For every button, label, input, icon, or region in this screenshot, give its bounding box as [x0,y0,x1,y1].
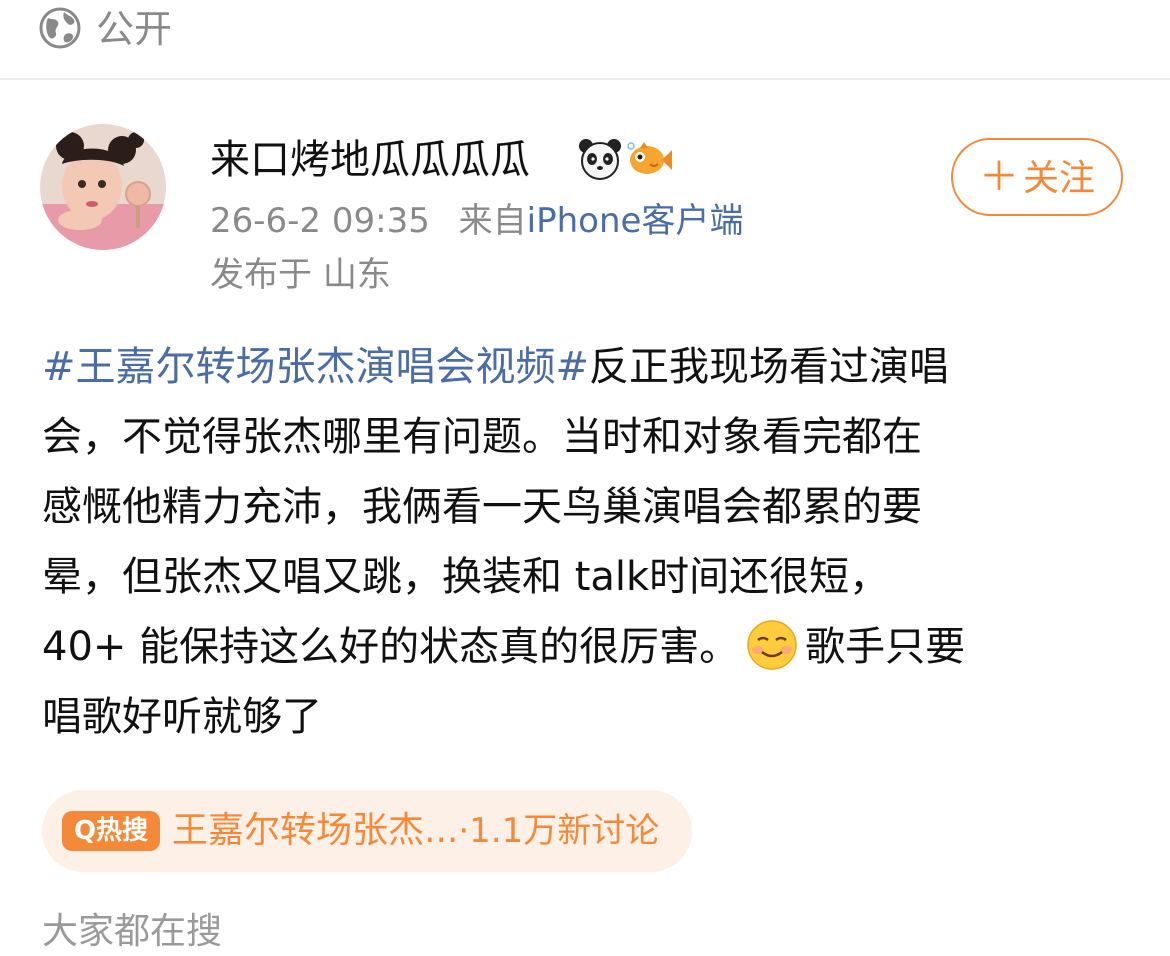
post-meta: 26-6-2 09:35 来自iPhone客户端 [210,198,743,244]
fish-badge-icon [627,142,672,174]
source-prefix: 来自 [458,201,527,241]
avatar[interactable] [40,124,166,250]
location-prefix: 发布于 [210,255,312,295]
location-value: 山东 [322,255,391,295]
hot-search-badge: Q热搜 [62,811,160,851]
avatar-image [40,124,166,250]
visibility-bar: 公开 [0,0,1170,80]
follow-button[interactable]: ＋关注 [951,138,1123,216]
content-line: #王嘉尔转场张杰演唱会视频#反正我现场看过演唱 [42,332,1132,402]
author-name[interactable]: 来口烤地瓜瓜瓜瓜 [210,134,530,186]
content-text: 歌手只要 [805,624,966,670]
content-text: 反正我现场看过演唱 [589,344,950,390]
search-icon: Q [73,816,97,846]
content-line: 感慨他精力充沛，我俩看一天鸟巢演唱会都累的要 [42,484,922,530]
hot-topic-text: 王嘉尔转场张杰... [172,810,459,851]
content-line: 唱歌好听就够了 [42,694,322,740]
hot-discussion-count: ·1.1万新讨论 [458,811,660,851]
content-line: 会，不觉得张杰哪里有问题。当时和对象看完都在 [42,414,922,460]
plus-icon: ＋ [978,154,1019,200]
hot-badge-label: 热搜 [96,816,149,846]
related-searches-heading: 大家都在搜 [42,911,223,952]
post-content: #王嘉尔转场张杰演唱会视频#反正我现场看过演唱 会，不觉得张杰哪里有问题。当时和… [42,332,1132,752]
post-location: 发布于 山东 [210,252,391,298]
smiling-face-icon [747,620,797,670]
hot-search-card[interactable]: Q热搜 王嘉尔转场张杰...·1.1万新讨论 [42,790,692,872]
panda-badge-icon [579,139,621,180]
hashtag-link[interactable]: #王嘉尔转场张杰演唱会视频# [42,344,589,390]
visibility-label: 公开 [96,7,173,51]
follow-label: 关注 [1022,158,1095,199]
content-line: 40+ 能保持这么好的状态真的很厉害。 歌手只要 [42,612,1132,682]
content-text: 40+ 能保持这么好的状态真的很厉害。 [42,624,740,670]
globe-icon [39,7,81,49]
post-source[interactable]: iPhone客户端 [527,201,744,241]
content-line: 晕，但张杰又唱又跳，换装和 talk时间还很短， [42,554,890,600]
post-time: 26-6-2 09:35 [210,201,430,241]
hot-search-topic: 王嘉尔转场张杰...·1.1万新讨论 [172,806,659,856]
